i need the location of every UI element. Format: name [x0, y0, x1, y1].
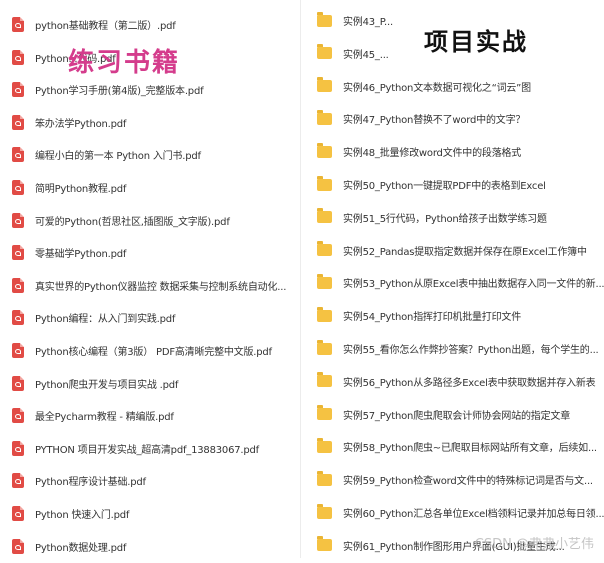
pdf-file-icon — [12, 212, 24, 228]
pdf-file-icon — [12, 147, 24, 163]
folder-item-name: 实例54_Python指挥打印机批量打印文件 — [343, 312, 521, 324]
pdf-file-item[interactable]: 简明Python教程.pdf — [0, 171, 300, 204]
folder-icon — [317, 536, 332, 552]
pdf-file-item-name: 零基础学Python.pdf — [35, 249, 127, 261]
folder-icon — [317, 11, 332, 27]
folder-item[interactable]: 实例52_Pandas提取指定数据并保存在原Excel工作簿中 — [300, 234, 604, 267]
csdn-watermark: CSDN @弗弗小艺伟 — [474, 537, 594, 552]
pdf-file-item[interactable]: 编程小白的第一本 Python 入门书.pdf — [0, 138, 300, 171]
pdf-file-item[interactable]: 可爱的Python(哲思社区,插图版_文字版).pdf — [0, 204, 300, 237]
folder-item[interactable]: 实例47_Python替换不了word中的文字？ — [300, 102, 604, 135]
pdf-file-icon — [12, 310, 24, 326]
pdf-file-item[interactable]: Python 快速入门.pdf — [0, 497, 300, 530]
folder-item[interactable]: 实例48_批量修改word文件中的段落格式 — [300, 135, 604, 168]
folder-item[interactable]: 实例59_Python检查word文件中的特殊标记词是否与文... — [300, 463, 604, 496]
folder-item[interactable]: 实例58_Python爬虫~已爬取目标网站所有文章，后续如... — [300, 430, 604, 463]
folder-icon — [317, 405, 332, 421]
folder-item[interactable]: 实例51_5行代码，Python给孩子出数学练习题 — [300, 201, 604, 234]
pdf-file-icon — [12, 473, 24, 489]
pdf-file-item-name: Python核心编程（第3版） PDF高清晰完整中文版.pdf — [35, 347, 272, 358]
pdf-file-icon — [12, 343, 24, 358]
pdf-file-item[interactable]: PYTHON 项目开发实战_超高清pdf_13883067.pdf — [0, 432, 300, 465]
folder-item[interactable]: 实例57_Python爬虫爬取会计师协会网站的指定文章 — [300, 398, 604, 431]
pdf-file-icon — [12, 375, 24, 391]
project-practice-title-box: 项目实战 — [408, 18, 544, 60]
pdf-file-item-name: Python编程：从入门到实践.pdf — [35, 314, 176, 326]
practice-books-title: 练习书籍 — [68, 48, 181, 78]
pdf-file-item-name: Python 快速入门.pdf — [35, 510, 130, 521]
folder-icon — [317, 503, 332, 519]
pdf-file-icon — [12, 114, 24, 130]
folder-icon — [317, 175, 332, 191]
pdf-file-icon — [12, 506, 24, 521]
pdf-file-icon — [12, 82, 24, 98]
folder-item[interactable]: 实例56_Python从多路径多Excel表中获取数据并存入新表 — [300, 365, 604, 398]
folder-item-name: 实例60_Python汇总各单位Excel档领料记录并加总每日领... — [343, 509, 604, 520]
folder-item-name: 实例45_... — [343, 49, 389, 61]
folder-item[interactable]: 实例54_Python指挥打印机批量打印文件 — [300, 299, 604, 332]
folder-item-name: 实例46_Python文本数据可视化之“词云”图 — [343, 82, 531, 94]
pdf-file-icon — [12, 17, 24, 32]
folder-icon — [317, 437, 332, 453]
folder-item-name: 实例57_Python爬虫爬取会计师协会网站的指定文章 — [343, 410, 570, 422]
pdf-file-item-name: 编程小白的第一本 Python 入门书.pdf — [35, 151, 201, 163]
pdf-file-item-name: 简明Python教程.pdf — [35, 184, 127, 195]
folder-icon — [317, 241, 332, 257]
pdf-file-item-name: Python爬虫开发与项目实战 .pdf — [35, 379, 179, 391]
pdf-file-item[interactable]: 笨办法学Python.pdf — [0, 106, 300, 139]
pdf-file-item-name: 笨办法学Python.pdf — [35, 118, 127, 130]
pdf-file-item[interactable]: 最全Pycharm教程 - 精编版.pdf — [0, 399, 300, 432]
folder-icon — [317, 44, 332, 60]
pdf-file-item[interactable]: Python核心编程（第3版） PDF高清晰完整中文版.pdf — [0, 334, 300, 367]
pdf-file-item-name: PYTHON 项目开发实战_超高清pdf_13883067.pdf — [35, 444, 259, 456]
pdf-file-item-name: Python数据处理.pdf — [35, 542, 127, 554]
pdf-file-item-name: python基础教程（第二版）.pdf — [35, 21, 176, 32]
folder-icon — [317, 339, 332, 355]
pdf-file-item-name: Python学习手册(第4版)_完整版本.pdf — [35, 86, 204, 98]
pdf-file-item-name: Python程序设计基础.pdf — [35, 477, 146, 489]
pdf-file-icon — [12, 408, 24, 424]
folder-item[interactable]: 实例46_Python文本数据可视化之“词云”图 — [300, 70, 604, 103]
pdf-file-item-name: 可爱的Python(哲思社区,插图版_文字版).pdf — [35, 216, 230, 228]
folder-icon — [317, 77, 332, 93]
folder-icon — [317, 273, 332, 289]
folder-icon — [317, 306, 332, 322]
pdf-file-icon — [12, 277, 24, 293]
folder-item[interactable]: 实例55_看你怎么作弊抄答案？Python出题，每个学生的... — [300, 332, 604, 365]
pdf-file-item[interactable]: 真实世界的Python仪器监控 数据采集与控制系统自动化... — [0, 269, 300, 302]
folder-item-name: 实例55_看你怎么作弊抄答案？Python出题，每个学生的... — [343, 345, 599, 356]
folder-item-name: 实例53_Python从原Excel表中抽出数据存入同一文件的新... — [343, 279, 604, 291]
folder-item-name: 实例47_Python替换不了word中的文字？ — [343, 115, 526, 127]
pdf-file-item-name: 最全Pycharm教程 - 精编版.pdf — [35, 412, 174, 424]
folder-item-name: 实例48_批量修改word文件中的段落格式 — [343, 148, 522, 160]
pdf-file-item[interactable]: Python程序设计基础.pdf — [0, 464, 300, 497]
folder-item-name: 实例52_Pandas提取指定数据并保存在原Excel工作簿中 — [343, 246, 587, 258]
folder-item-name: 实例43_P... — [343, 17, 393, 28]
project-practice-title: 项目实战 — [424, 27, 528, 56]
folder-item[interactable]: 实例60_Python汇总各单位Excel档领料记录并加总每日领... — [300, 496, 604, 529]
folder-item-name: 实例59_Python检查word文件中的特殊标记词是否与文... — [343, 476, 593, 488]
folder-icon — [317, 208, 332, 224]
pdf-file-item[interactable]: python基础教程（第二版）.pdf — [0, 8, 300, 41]
pdf-file-icon — [12, 245, 24, 261]
folder-icon — [317, 142, 332, 158]
pdf-file-icon — [12, 49, 24, 65]
folder-icon — [317, 372, 332, 388]
folder-item-name: 实例50_Python一键提取PDF中的表格到Excel — [343, 181, 546, 192]
pdf-file-icon — [12, 440, 24, 456]
folder-item-name: 实例56_Python从多路径多Excel表中获取数据并存入新表 — [343, 377, 596, 389]
folder-item[interactable]: 实例53_Python从原Excel表中抽出数据存入同一文件的新... — [300, 266, 604, 299]
pdf-file-item-name: 真实世界的Python仪器监控 数据采集与控制系统自动化... — [35, 281, 287, 293]
folder-icon — [317, 470, 332, 486]
pdf-file-item[interactable]: 零基础学Python.pdf — [0, 236, 300, 269]
pdf-file-icon — [12, 180, 24, 195]
pdf-file-item[interactable]: Python编程：从入门到实践.pdf — [0, 301, 300, 334]
pdf-file-item[interactable]: Python爬虫开发与项目实战 .pdf — [0, 367, 300, 400]
folder-item-name: 实例58_Python爬虫~已爬取目标网站所有文章，后续如... — [343, 443, 597, 455]
pdf-file-icon — [12, 538, 24, 554]
folder-item-name: 实例51_5行代码，Python给孩子出数学练习题 — [343, 213, 547, 225]
folder-icon — [317, 109, 332, 125]
folder-item[interactable]: 实例50_Python一键提取PDF中的表格到Excel — [300, 168, 604, 201]
